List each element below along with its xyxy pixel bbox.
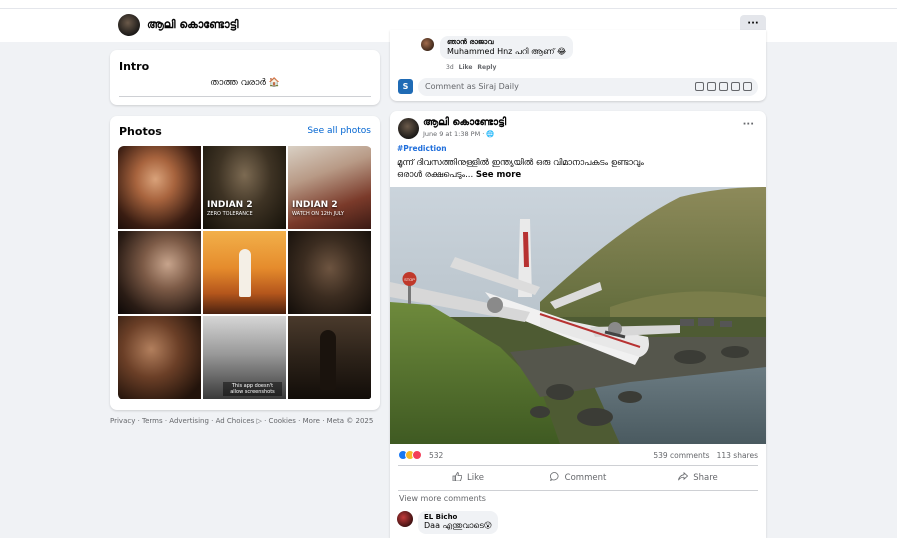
post-text-line: മൂന്ന് ദിവസത്തിനുള്ളിൽ ഇന്ത്യയിൽ ഒരു വിമ… (397, 158, 644, 168)
screenshot-notice: This app doesn't allow screenshots (223, 382, 282, 396)
share-icon (678, 472, 689, 481)
comment-text: Daa എന്തുവാടെ😮 (424, 521, 493, 530)
comment-time[interactable]: 3d (446, 64, 454, 71)
avatar-sticker-icon[interactable] (695, 82, 704, 91)
post-text: മൂന്ന് ദിവസത്തിനുള്ളിൽ ഇന്ത്യയിൽ ഒരു വിമ… (397, 157, 757, 181)
post-author-name[interactable]: ആലി കൊണ്ടോട്ടി (423, 117, 506, 128)
photo-tile[interactable]: INDIAN 2 ZERO TOLERANCE (203, 146, 286, 229)
reaction-icons[interactable] (398, 450, 422, 460)
commenter-name[interactable]: ഞാൻ രാജാവ (447, 38, 566, 47)
page-avatar: S (398, 79, 413, 94)
photo-caption: INDIAN 2 ZERO TOLERANCE (207, 200, 253, 218)
post-actions: Like Comment Share (398, 468, 758, 488)
photo-tile[interactable] (118, 316, 201, 399)
comment-meta: 3d Like Reply (446, 64, 496, 71)
comments-count[interactable]: 539 comments (653, 451, 709, 460)
reactions-count[interactable]: 532 (429, 451, 443, 460)
emoji-icon[interactable] (707, 82, 716, 91)
camera-icon[interactable] (719, 82, 728, 91)
share-button[interactable]: Share (638, 468, 758, 488)
previous-post-comments: ഞാൻ രാജാവ Muhammed Hnz പറി ആണ് 😂 3d Like R… (390, 30, 766, 101)
profile-avatar[interactable] (118, 14, 140, 36)
comment-icon (549, 472, 559, 481)
commenter-name[interactable]: EL Bicho (424, 513, 492, 521)
footer-links[interactable]: Privacy · Terms · Advertising · Ad Choic… (110, 417, 373, 425)
photo-grid: INDIAN 2 ZERO TOLERANCE INDIAN 2 WATCH ON … (118, 146, 372, 400)
photo-tile[interactable] (118, 231, 201, 314)
gif-icon[interactable] (731, 82, 740, 91)
photos-title: Photos (119, 125, 162, 138)
photo-tile[interactable]: This app doesn't allow screenshots (203, 316, 286, 399)
like-button[interactable]: Like (408, 468, 528, 488)
divider (398, 465, 758, 466)
intro-title: Intro (119, 60, 150, 73)
post-photo[interactable]: STOP (390, 187, 766, 444)
divider (398, 490, 758, 491)
intro-bio: താത്ത വരാർ 🏠 (210, 78, 280, 88)
post-more-button[interactable]: ··· (743, 119, 754, 130)
commenter-avatar[interactable] (397, 511, 413, 527)
divider (119, 96, 371, 97)
post-stats: 532 539 comments 113 shares (398, 450, 758, 462)
photo-tile[interactable] (203, 231, 286, 314)
post-hashtag[interactable]: #Prediction (397, 144, 447, 153)
see-all-photos-link[interactable]: See all photos (307, 126, 371, 136)
comment-text: Muhammed Hnz പറി ആണ് 😂 (447, 47, 567, 56)
photo-caption: INDIAN 2 WATCH ON 12th JULY (292, 200, 344, 218)
shares-count[interactable]: 113 shares (717, 451, 758, 460)
photo-tile[interactable] (118, 146, 201, 229)
view-more-comments-link[interactable]: View more comments (399, 494, 486, 503)
commenter-avatar[interactable] (421, 38, 434, 51)
photo-tile[interactable] (288, 316, 371, 399)
thumbs-up-icon (452, 472, 463, 481)
love-reaction-icon (412, 450, 422, 460)
comment-like-link[interactable]: Like (459, 64, 473, 71)
top-strip (0, 0, 897, 9)
photo-tile[interactable] (288, 231, 371, 314)
comment-button[interactable]: Comment (518, 468, 638, 488)
comment-composer: S Comment as Siraj Daily (398, 78, 758, 96)
comment-reply-link[interactable]: Reply (477, 64, 496, 71)
comment-bubble: ഞാൻ രാജാവ Muhammed Hnz പറി ആണ് 😂 (440, 36, 574, 59)
photo-tile[interactable]: INDIAN 2 WATCH ON 12th JULY (288, 146, 371, 229)
post-author-avatar[interactable] (398, 118, 419, 139)
intro-card: Intro താത്ത വരാർ 🏠 (110, 50, 380, 105)
crashed-plane-image: STOP (390, 187, 766, 444)
comment-bubble: EL Bicho Daa എന്തുവാടെ😮 (418, 511, 499, 534)
profile-name[interactable]: ആലി കൊണ്ടോട്ടി (147, 18, 238, 32)
post-text-line-2: ഒരാൾ രക്ഷപെടും... See more (397, 170, 522, 180)
post-timestamp[interactable]: June 9 at 1:38 PM · 🌐 (423, 130, 495, 138)
sticker-icon[interactable] (743, 82, 752, 91)
svg-text:STOP: STOP (404, 277, 415, 282)
post-card: ആലി കൊണ്ടോട്ടി June 9 at 1:38 PM · 🌐 ···… (390, 111, 766, 538)
composer-tools (692, 82, 752, 94)
post-counts: 539 comments 113 shares (646, 451, 758, 460)
photos-card: Photos See all photos INDIAN 2 ZERO TOLER… (110, 116, 380, 410)
see-more-link[interactable]: See more (476, 170, 521, 180)
